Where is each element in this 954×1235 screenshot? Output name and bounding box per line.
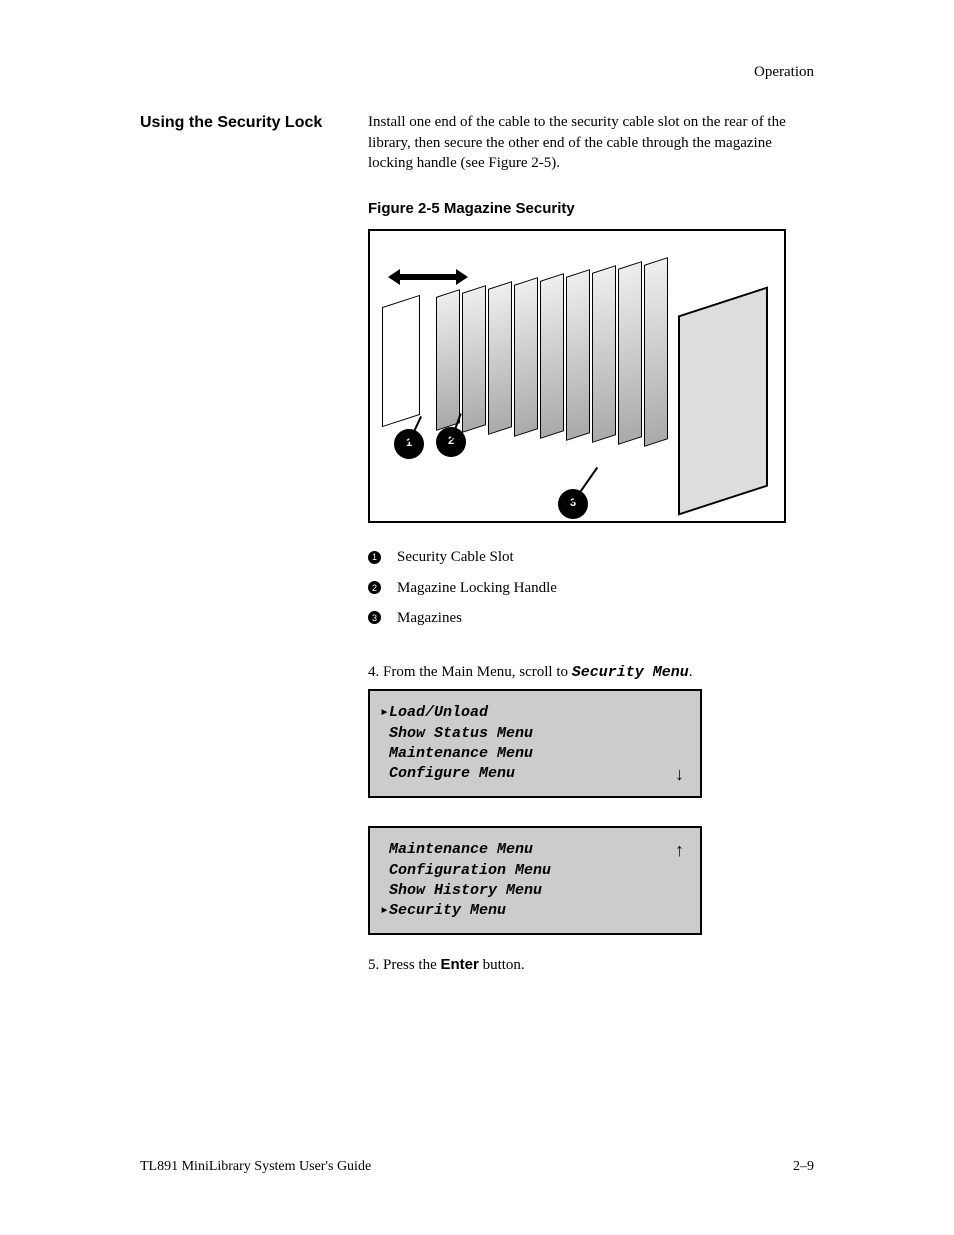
footer-doc-title: TL891 MiniLibrary System User's Guide	[140, 1158, 371, 1177]
callout-number-icon: 1	[368, 551, 381, 564]
footer-page-number: 2–9	[793, 1158, 814, 1177]
lcd-line: Security Menu	[389, 902, 506, 919]
figure-callout-dot-2: 2	[436, 427, 466, 457]
page-footer: TL891 MiniLibrary System User's Guide 2–…	[140, 1158, 814, 1177]
lcd-line: Configure Menu	[389, 765, 515, 782]
callout-row: 1 Security Cable Slot	[368, 547, 814, 567]
lcd-line: Maintenance Menu	[389, 841, 533, 858]
lcd-line: Show Status Menu	[389, 725, 533, 742]
double-arrow-icon	[388, 269, 468, 285]
scroll-up-icon: ↑	[675, 838, 684, 862]
lcd-line: Load/Unload	[389, 704, 488, 721]
figure-caption: Figure 2-5 Magazine Security	[368, 199, 814, 219]
step5-prefix: 5. Press the	[368, 957, 441, 973]
menu-selector-icon: ▸	[380, 902, 389, 919]
menu-selector-icon: ▸	[380, 704, 389, 721]
callout-number-icon: 2	[368, 581, 381, 594]
lcd-line: Maintenance Menu	[389, 745, 533, 762]
step-4: 4. From the Main Menu, scroll to Securit…	[368, 662, 814, 683]
lcd-line: Configuration Menu	[389, 862, 551, 879]
step4-period: .	[689, 664, 693, 680]
lcd-menu-1: ▸Load/Unload Show Status Menu Maintenanc…	[368, 689, 702, 798]
figure-callout-legend: 1 Security Cable Slot 2 Magazine Locking…	[368, 547, 814, 628]
figure-callout-dot-1: 1	[394, 429, 424, 459]
running-header: Operation	[140, 62, 814, 82]
figure-box: 1 2 3	[368, 229, 786, 523]
step4-text: 4. From the Main Menu, scroll to	[368, 664, 568, 680]
step5-button-name: Enter	[441, 956, 479, 973]
lcd-line: Show History Menu	[389, 882, 542, 899]
callout-label: Magazines	[397, 608, 462, 628]
step5-suffix: button.	[479, 957, 525, 973]
callout-label: Security Cable Slot	[397, 547, 514, 567]
figure-callout-dot-3: 3	[558, 489, 588, 519]
step4-menu-target-text: Security Menu	[572, 664, 689, 681]
callout-number-icon: 3	[368, 611, 381, 624]
scroll-down-icon: ↓	[675, 762, 684, 786]
callout-row: 3 Magazines	[368, 608, 814, 628]
step-5: 5. Press the Enter button.	[368, 955, 814, 975]
section-security-lock: Using the Security Lock Install one end …	[140, 112, 814, 975]
callout-row: 2 Magazine Locking Handle	[368, 578, 814, 598]
lcd-menu-2: Maintenance Menu Configuration Menu Show…	[368, 826, 702, 935]
section-body: Install one end of the cable to the secu…	[368, 112, 814, 173]
section-heading: Using the Security Lock	[140, 112, 342, 134]
callout-label: Magazine Locking Handle	[397, 578, 557, 598]
